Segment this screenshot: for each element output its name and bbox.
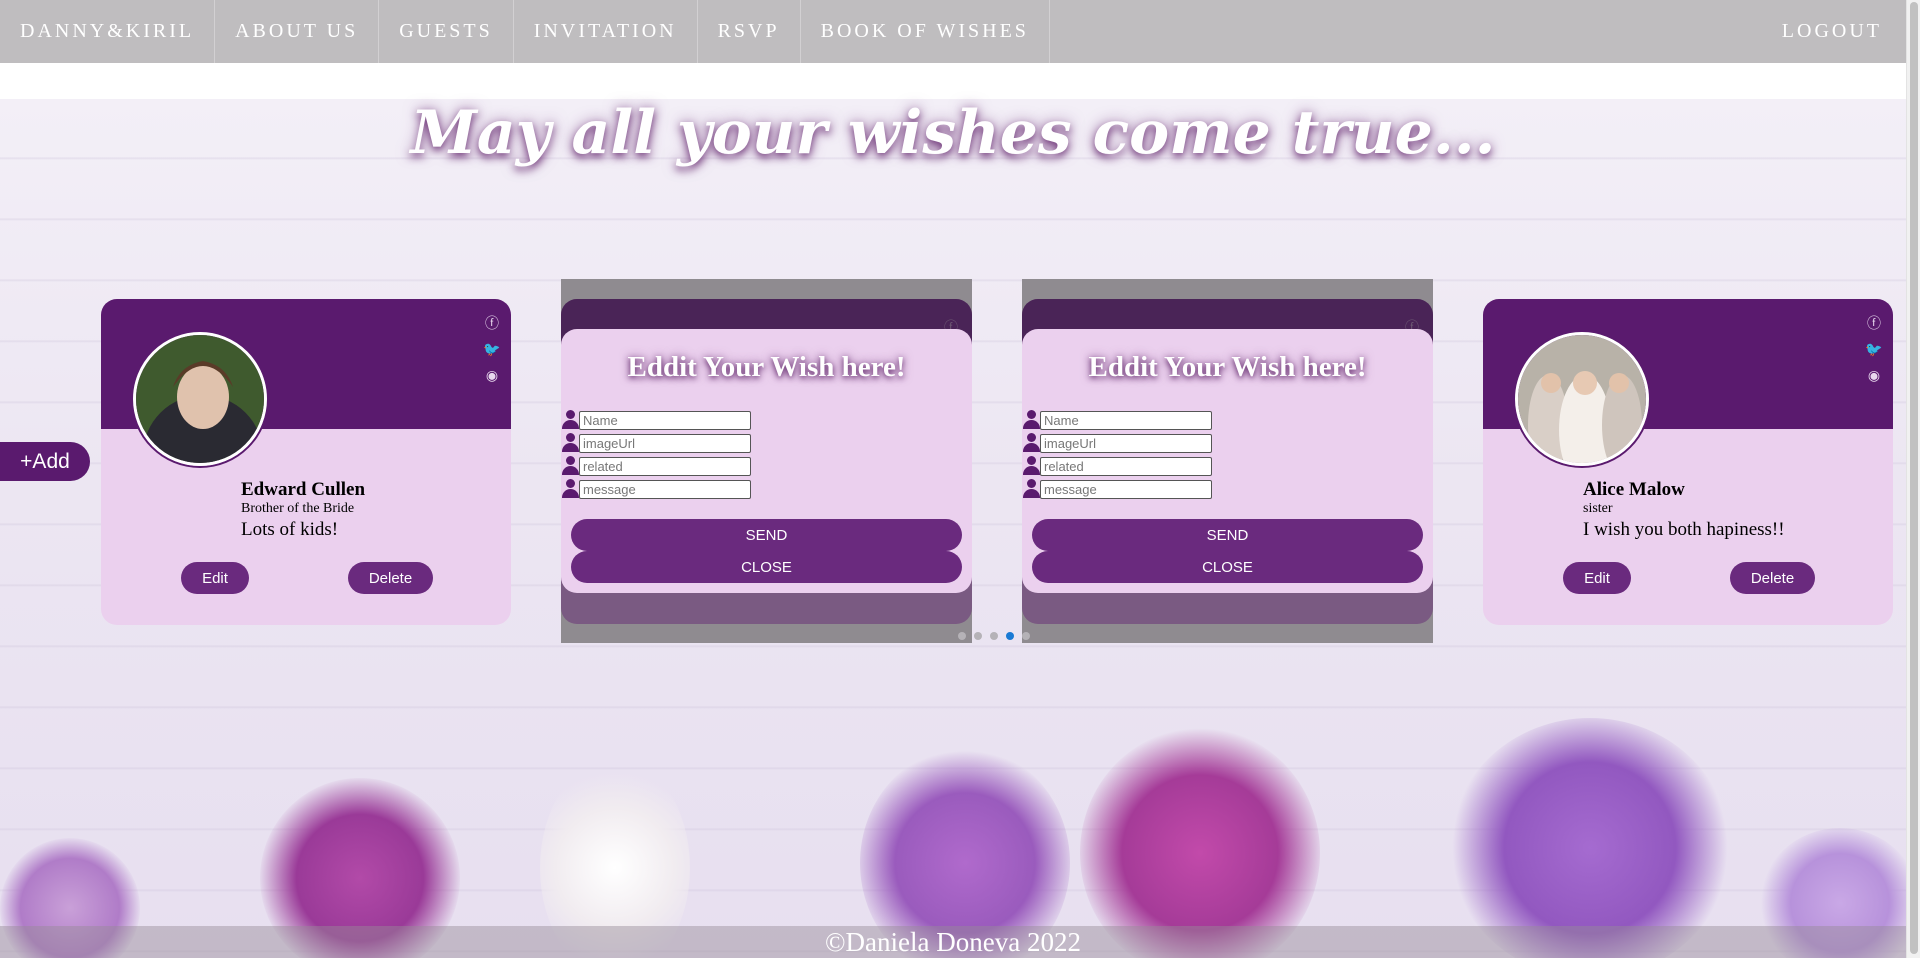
related-field-row xyxy=(1022,455,1212,477)
image-field-row xyxy=(1022,432,1212,454)
wish-name: Edward Cullen xyxy=(241,479,366,500)
lilac-flowers-decoration xyxy=(0,718,1906,958)
nav-rsvp[interactable]: RSVP xyxy=(698,0,801,63)
person-icon xyxy=(561,478,579,500)
scrollbar-thumb[interactable] xyxy=(1910,2,1918,954)
edit-modal-overlay: ⓕ Eddit Your Wish here! SEND CLOSE xyxy=(1022,279,1433,643)
name-field-row xyxy=(561,409,751,431)
wish-related: sister xyxy=(1583,501,1613,516)
edit-wish-form: Eddit Your Wish here! SEND CLOSE xyxy=(1022,329,1433,593)
name-input[interactable] xyxy=(579,410,751,430)
logout-link[interactable]: LOGOUT xyxy=(1762,0,1906,63)
edit-wish-form: Eddit Your Wish here! SEND CLOSE xyxy=(561,329,972,593)
github-icon[interactable]: ◉ xyxy=(483,367,501,385)
facebook-icon[interactable]: ⓕ xyxy=(483,315,501,333)
close-button[interactable]: CLOSE xyxy=(571,551,962,583)
person-icon xyxy=(1022,478,1040,500)
delete-button[interactable]: Delete xyxy=(1730,562,1815,594)
person-icon xyxy=(1022,455,1040,477)
nav-guests[interactable]: GUESTS xyxy=(379,0,514,63)
message-field-row xyxy=(1022,478,1212,500)
wish-message: Lots of kids! xyxy=(241,519,339,540)
form-title: Eddit Your Wish here! xyxy=(627,351,906,383)
wish-name: Alice Malow xyxy=(1583,479,1685,500)
delete-button[interactable]: Delete xyxy=(348,562,433,594)
message-field-row xyxy=(561,478,751,500)
image-url-input[interactable] xyxy=(1040,433,1212,453)
carousel-dot[interactable] xyxy=(974,632,982,640)
wish-related: Brother of the Bride xyxy=(241,501,355,516)
person-icon xyxy=(561,432,579,454)
add-wish-button[interactable]: +Add xyxy=(0,442,90,481)
avatar xyxy=(133,332,267,466)
carousel-indicators xyxy=(958,632,1030,640)
message-input[interactable] xyxy=(579,479,751,499)
related-input[interactable] xyxy=(579,456,751,476)
avatar xyxy=(1515,332,1649,466)
twitter-icon[interactable]: 🐦 xyxy=(483,341,501,359)
related-input[interactable] xyxy=(1040,456,1212,476)
image-field-row xyxy=(561,432,751,454)
navbar: DANNY&KIRIL ABOUT US GUESTS INVITATION R… xyxy=(0,0,1906,63)
person-icon xyxy=(561,455,579,477)
page-title: May all your wishes come true... xyxy=(410,98,1496,168)
image-url-input[interactable] xyxy=(579,433,751,453)
carousel-dot[interactable] xyxy=(990,632,998,640)
send-button[interactable]: SEND xyxy=(571,519,962,551)
twitter-icon[interactable]: 🐦 xyxy=(1865,341,1883,359)
carousel-dot-active[interactable] xyxy=(1006,632,1014,640)
github-icon[interactable]: ◉ xyxy=(1865,367,1883,385)
footer: ©Daniela Doneva 2022 xyxy=(0,926,1906,958)
carousel-dot[interactable] xyxy=(958,632,966,640)
close-button[interactable]: CLOSE xyxy=(1032,551,1423,583)
name-field-row xyxy=(1022,409,1212,431)
related-field-row xyxy=(561,455,751,477)
edit-button[interactable]: Edit xyxy=(1563,562,1631,594)
social-links: ⓕ 🐦 ◉ xyxy=(483,315,501,385)
person-icon xyxy=(1022,432,1040,454)
social-links: ⓕ 🐦 ◉ xyxy=(1865,315,1883,385)
send-button[interactable]: SEND xyxy=(1032,519,1423,551)
carousel-dot[interactable] xyxy=(1022,632,1030,640)
person-icon xyxy=(561,409,579,431)
vertical-scrollbar[interactable] xyxy=(1906,0,1920,958)
person-icon xyxy=(1022,409,1040,431)
nav-brand[interactable]: DANNY&KIRIL xyxy=(0,0,216,63)
message-input[interactable] xyxy=(1040,479,1212,499)
wish-message: I wish you both hapiness!! xyxy=(1583,519,1785,540)
facebook-icon[interactable]: ⓕ xyxy=(1865,315,1883,333)
nav-about-us[interactable]: ABOUT US xyxy=(215,0,380,63)
wish-card: ⓕ 🐦 ◉ Edward Cullen Brother of the Bride… xyxy=(101,299,511,625)
edit-modal-overlay: ⓕ Eddit Your Wish here! SEND CLOSE xyxy=(561,279,972,643)
name-input[interactable] xyxy=(1040,410,1212,430)
nav-book-of-wishes[interactable]: BOOK OF WISHES xyxy=(801,0,1050,63)
wish-card: ⓕ 🐦 ◉ Alice Malow sister I wish you both… xyxy=(1483,299,1893,625)
form-title: Eddit Your Wish here! xyxy=(1088,351,1367,383)
nav-invitation[interactable]: INVITATION xyxy=(514,0,698,63)
edit-button[interactable]: Edit xyxy=(181,562,249,594)
